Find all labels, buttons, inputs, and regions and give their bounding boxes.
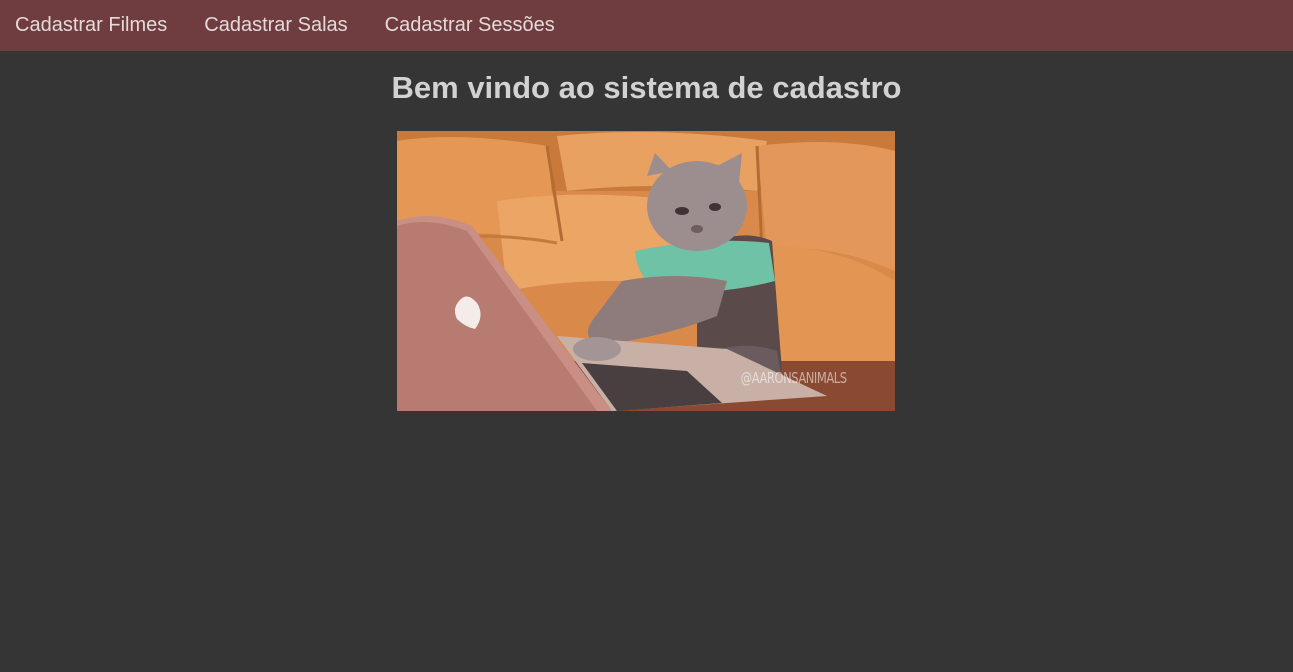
image-watermark: @AARONSANIMALS [741,369,847,387]
top-navbar: Cadastrar Filmes Cadastrar Salas Cadastr… [0,0,1293,51]
nav-cadastrar-filmes[interactable]: Cadastrar Filmes [0,0,185,51]
nav-cadastrar-sessoes[interactable]: Cadastrar Sessões [370,0,573,51]
page-title: Bem vindo ao sistema de cadastro [391,70,902,105]
welcome-cat-gif: @AARONSANIMALS [397,131,895,411]
nav-cadastrar-salas[interactable]: Cadastrar Salas [189,0,365,51]
